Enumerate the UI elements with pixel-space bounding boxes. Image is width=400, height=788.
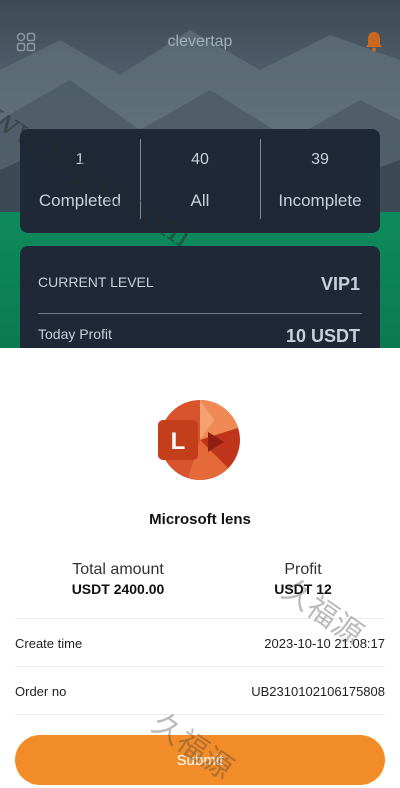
stat-completed[interactable]: 1 Completed	[20, 129, 140, 233]
stat-label: All	[190, 191, 210, 210]
background-app-view: clevertap 1 Completed 40 All 39 Incomple…	[0, 0, 400, 348]
stat-label: Incomplete	[278, 191, 362, 210]
submit-button[interactable]: Submit	[15, 735, 385, 785]
today-profit-label: Today Profit	[38, 326, 112, 342]
create-time-label: Create time	[15, 635, 83, 651]
divider	[15, 714, 385, 715]
total-amount-label: Total amount	[72, 561, 164, 578]
logo-letter: L	[171, 428, 186, 455]
stat-all[interactable]: 40 All	[140, 129, 260, 233]
current-level-value: VIP1	[320, 274, 360, 294]
order-stats-card: 1 Completed 40 All 39 Incomplete	[20, 129, 380, 233]
profit-label: Profit	[284, 561, 322, 578]
stat-value: 40	[191, 151, 209, 168]
level-card: CURRENT LEVEL VIP1 Today Profit 10 USDT	[20, 246, 380, 348]
app-title: clevertap	[167, 33, 233, 50]
stat-value: 39	[311, 151, 329, 168]
today-profit-value: 10 USDT	[285, 326, 360, 346]
create-time-row: Create time 2023-10-10 21:08:17	[15, 618, 385, 667]
order-no-value: UB2310102106175808	[251, 683, 385, 699]
microsoft-lens-logo-icon: L	[158, 400, 240, 480]
create-time-value: 2023-10-10 21:08:17	[264, 635, 385, 651]
profit-value: USDT 12	[274, 581, 332, 597]
stat-incomplete[interactable]: 39 Incomplete	[260, 129, 380, 233]
stat-label: Completed	[38, 191, 122, 210]
bell-icon[interactable]	[362, 29, 386, 53]
divider	[38, 313, 362, 314]
current-level-label: CURRENT LEVEL	[38, 274, 154, 290]
app-name: Microsoft lens	[149, 511, 251, 528]
total-amount-value: USDT 2400.00	[71, 581, 165, 597]
order-no-label: Order no	[15, 683, 67, 699]
profit-block: Profit USDT 12	[236, 561, 370, 597]
stat-value: 1	[75, 151, 85, 168]
order-no-row: Order no UB2310102106175808	[15, 666, 385, 715]
order-detail-sheet: L Microsoft lens Total amount USDT 2400.…	[0, 348, 400, 788]
total-amount-block: Total amount USDT 2400.00	[40, 561, 196, 597]
